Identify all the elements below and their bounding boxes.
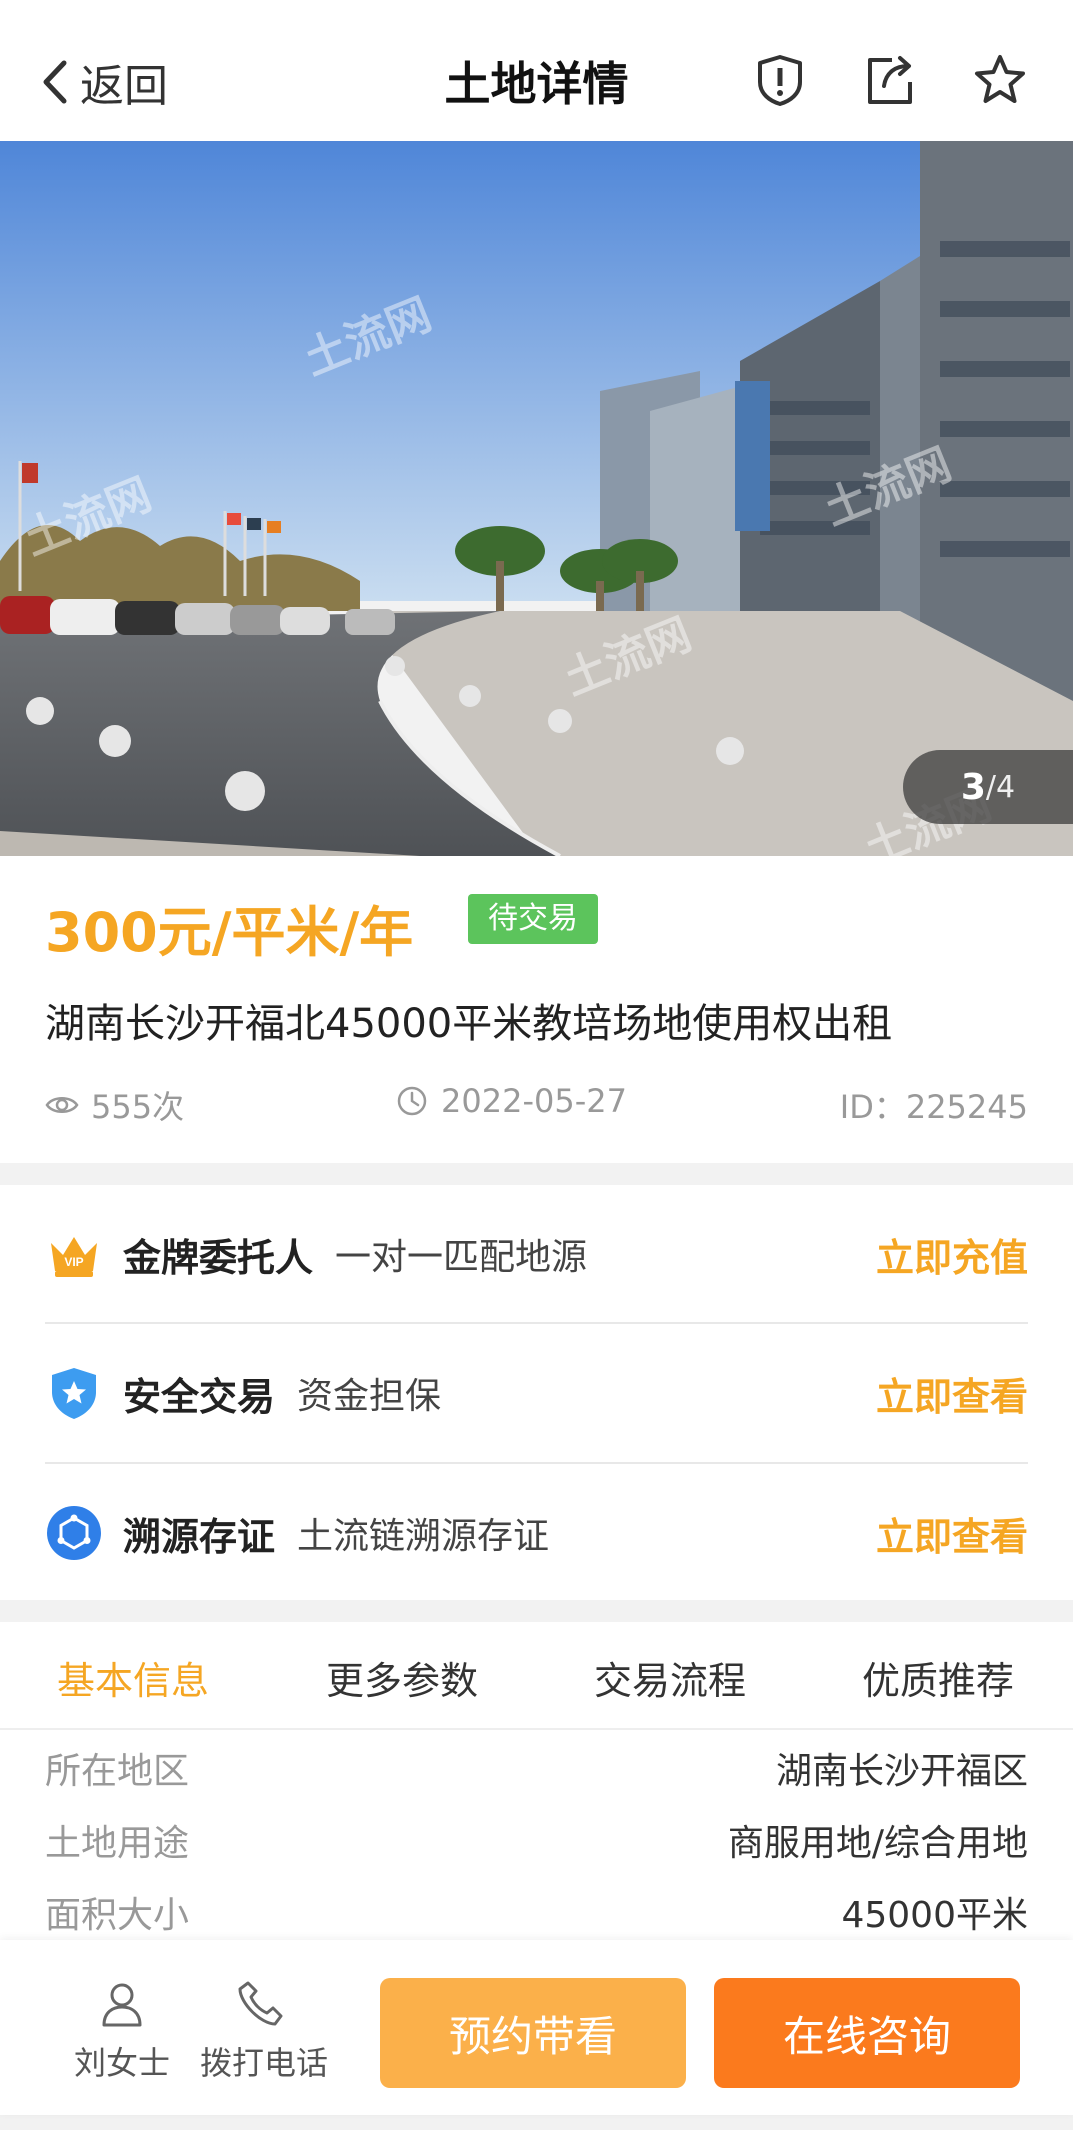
gallery-separator: / xyxy=(985,769,997,805)
detail-value: 45000平米 xyxy=(841,1895,1028,1936)
service-row-traceability[interactable]: 溯源存证 土流链溯源存证 立即查看 xyxy=(45,1464,1028,1602)
detail-key: 土地用途 xyxy=(45,1823,190,1864)
share-icon[interactable] xyxy=(862,52,918,108)
view-count: 555次 xyxy=(45,1082,184,1128)
shield-star-icon xyxy=(52,1368,96,1419)
contact-agent-button[interactable]: 刘女士 xyxy=(62,1978,182,2084)
svg-text:VIP: VIP xyxy=(64,1255,83,1269)
service-row-safe-trade[interactable]: 安全交易 资金担保 立即查看 xyxy=(45,1324,1028,1462)
gallery-page-counter: 3 / 4 xyxy=(903,750,1073,824)
tab-recommendations[interactable]: 优质推荐 xyxy=(862,1650,1014,1705)
online-consult-button[interactable]: 在线咨询 xyxy=(714,1978,1020,2088)
detail-tabs: 基本信息 更多参数 交易流程 优质推荐 xyxy=(0,1622,1073,1730)
gallery-total-count: 4 xyxy=(996,769,1016,805)
service-name: 安全交易 xyxy=(123,1374,276,1419)
basic-info-list: 所在地区 湖南长沙开福区 土地用途 商服用地/综合用地 面积大小 45000平米 xyxy=(0,1730,1073,1940)
contact-name: 刘女士 xyxy=(73,2044,170,2082)
service-desc: 一对一匹配地源 xyxy=(335,1237,588,1278)
book-viewing-button[interactable]: 预约带看 xyxy=(380,1978,686,2088)
listing-id: ID：225245 xyxy=(840,1082,1028,1128)
detail-row: 面积大小 45000平米 xyxy=(45,1882,1028,1942)
tab-trade-process[interactable]: 交易流程 xyxy=(594,1650,746,1705)
detail-key: 面积大小 xyxy=(45,1895,190,1936)
detail-key: 所在地区 xyxy=(45,1751,190,1792)
service-row-vip[interactable]: VIP 金牌委托人 一对一匹配地源 立即充值 xyxy=(45,1185,1028,1323)
clock-icon xyxy=(397,1086,427,1116)
vip-crown-icon: VIP xyxy=(51,1237,97,1277)
detail-row: 土地用途 商服用地/综合用地 xyxy=(45,1810,1028,1870)
star-favorite-icon[interactable] xyxy=(972,52,1028,108)
tab-more-params[interactable]: 更多参数 xyxy=(326,1650,478,1705)
call-phone-button[interactable]: 拨打电话 xyxy=(200,1978,329,2084)
view-count-value: 555次 xyxy=(91,1088,185,1126)
status-badge: 待交易 xyxy=(468,894,598,944)
publish-date: 2022-05-27 xyxy=(395,1082,627,1120)
detail-value: 湖南长沙开福区 xyxy=(775,1751,1028,1792)
listing-summary: 300元/平米/年 待交易 湖南长沙开福北45000平米教培场地使用权出租 55… xyxy=(0,856,1073,1163)
view-now-link[interactable]: 立即查看 xyxy=(876,1366,1028,1421)
phone-icon xyxy=(238,1981,283,2026)
report-icon[interactable] xyxy=(752,52,808,108)
service-name: 金牌委托人 xyxy=(123,1235,314,1280)
bottom-action-bar: 刘女士 拨打电话 预约带看 在线咨询 xyxy=(0,1940,1073,2115)
recharge-now-link[interactable]: 立即充值 xyxy=(876,1227,1028,1282)
listing-price: 300元/平米/年 xyxy=(45,901,414,964)
detail-value: 商服用地/综合用地 xyxy=(727,1823,1028,1864)
chain-icon xyxy=(47,1506,101,1560)
tab-basic-info[interactable]: 基本信息 xyxy=(57,1650,209,1705)
view-now-link[interactable]: 立即查看 xyxy=(876,1506,1028,1561)
listing-title: 湖南长沙开福北45000平米教培场地使用权出租 xyxy=(45,1001,893,1047)
service-desc: 资金担保 xyxy=(297,1376,442,1417)
service-name: 溯源存证 xyxy=(123,1514,276,1559)
detail-row: 所在地区 湖南长沙开福区 xyxy=(45,1738,1028,1798)
land-photo-gallery[interactable]: 土流网 土流网 土流网 土流网 土流网 土流网 xyxy=(0,141,1073,856)
service-desc: 土流链溯源存证 xyxy=(297,1516,550,1557)
eye-icon xyxy=(45,1097,79,1113)
call-phone-label: 拨打电话 xyxy=(200,2044,329,2082)
top-nav-bar: 返回 土地详情 xyxy=(0,0,1073,141)
service-list: VIP 金牌委托人 一对一匹配地源 立即充值 安全交易 资金担保 立即查看 溯源… xyxy=(0,1185,1073,1600)
publish-date-value: 2022-05-27 xyxy=(441,1082,627,1120)
gallery-current-index: 3 xyxy=(960,766,986,808)
listing-id-value: ID：225245 xyxy=(839,1088,1028,1126)
person-icon xyxy=(102,1983,142,2027)
